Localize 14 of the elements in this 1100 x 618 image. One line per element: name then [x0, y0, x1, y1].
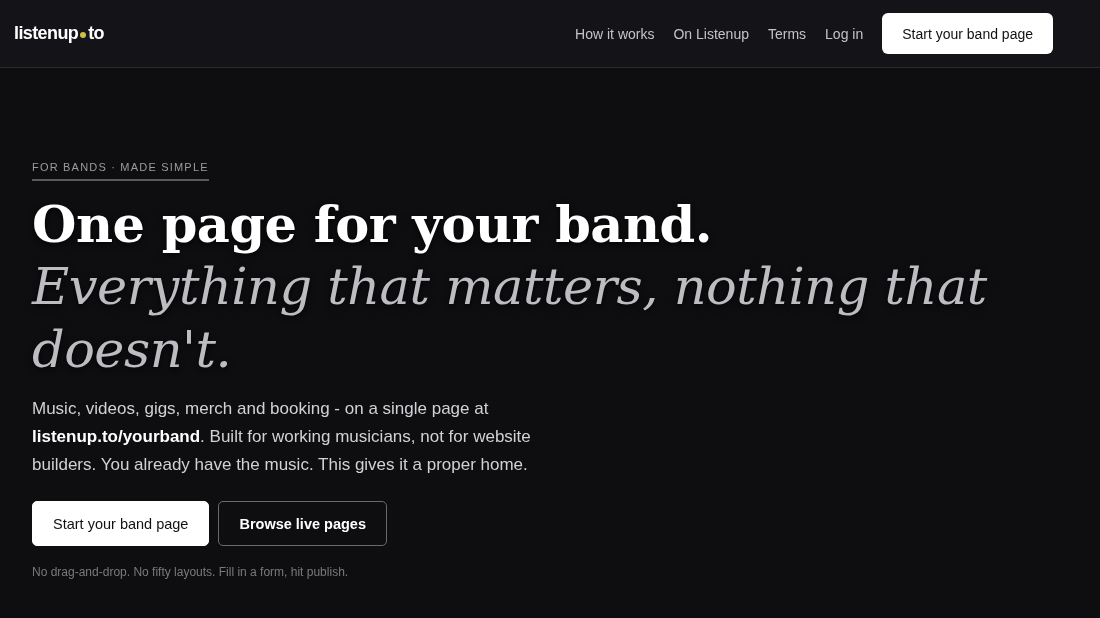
nav-link[interactable]: How it works	[575, 25, 655, 42]
nav-link[interactable]: On Listenup	[673, 25, 749, 42]
fine-print: No drag-and-drop. No fifty layouts. Fill in a form, hit publish.	[32, 565, 350, 579]
start-band-page-button[interactable]: Start your band page	[32, 501, 210, 546]
headline: One page for your band.	[32, 193, 713, 255]
nav-link[interactable]: Terms	[767, 25, 807, 42]
start-band-page-button[interactable]: Start your band page	[882, 13, 1053, 54]
description-text: Music, videos, gigs, merch and booking - on a single page at listenup.to/yourband. Built for working musicians, not for website builders. You already have the music. This gives it a proper home.	[32, 398, 532, 476]
eyebrow-label: FOR BANDS · MADE SIMPLE	[32, 161, 209, 181]
logo-link[interactable]: listenup to	[14, 23, 104, 44]
subheadline: Everything that matters, nothing that doesn't.	[32, 256, 989, 381]
nav-link[interactable]: Log in	[825, 25, 864, 42]
browse-pages-button[interactable]: Browse live pages	[218, 501, 387, 546]
dot-icon	[80, 32, 87, 38]
